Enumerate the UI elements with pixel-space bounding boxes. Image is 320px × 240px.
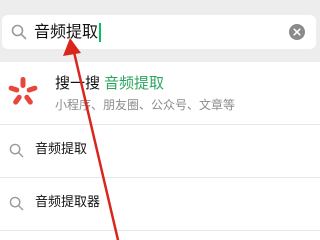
sousou-name: 搜一搜 bbox=[55, 74, 101, 92]
search-box[interactable]: 音频提取 bbox=[2, 15, 316, 49]
suggestion-label: 音频提取器 bbox=[35, 195, 101, 210]
text-caret bbox=[99, 23, 101, 42]
search-icon bbox=[11, 24, 27, 40]
divider bbox=[0, 230, 320, 231]
clear-icon[interactable] bbox=[289, 24, 305, 40]
search-bar: 音频提取 bbox=[0, 0, 320, 62]
suggestion-label: 音频提取 bbox=[35, 142, 88, 157]
search-input[interactable]: 音频提取 bbox=[34, 21, 98, 43]
sousou-title: 搜一搜 音频提取 bbox=[55, 73, 164, 93]
search-icon bbox=[9, 196, 24, 211]
sousou-subtitle: 小程序、朋友圈、公众号、文章等 bbox=[55, 98, 236, 112]
suggestion-item[interactable]: 音频提取 bbox=[0, 125, 320, 177]
sousou-logo-icon bbox=[6, 75, 40, 109]
sousou-keyword: 音频提取 bbox=[104, 74, 165, 92]
suggestion-item[interactable]: 音频提取器 bbox=[0, 178, 320, 230]
search-icon bbox=[9, 143, 24, 158]
sousou-result[interactable]: 搜一搜 音频提取 小程序、朋友圈、公众号、文章等 bbox=[0, 62, 320, 124]
